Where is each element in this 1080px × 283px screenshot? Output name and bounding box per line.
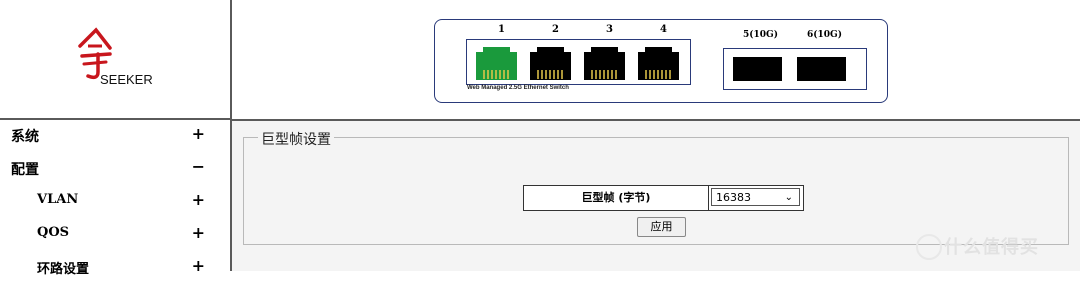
watermark-logo-icon	[916, 234, 942, 260]
expand-icon[interactable]: +	[192, 256, 205, 275]
chevron-down-icon: ⌄	[784, 192, 793, 203]
sidebar-item-label: QOS	[37, 225, 70, 240]
section-title: 巨型帧设置	[258, 129, 334, 149]
switch-status-panel: 1 2 3 4 5(10G) 6(10G) Web Managed 2.5G E…	[232, 0, 1080, 121]
rj45-port-4-icon[interactable]	[635, 44, 682, 82]
sfp-port-label: 6(10G)	[807, 30, 842, 40]
expand-icon[interactable]: +	[192, 190, 205, 209]
logo-area: SEEKER	[0, 0, 230, 120]
apply-button[interactable]: 应用	[637, 217, 686, 237]
sidebar-item-qos[interactable]: QOS +	[0, 217, 230, 250]
jumbo-frame-form-row: 巨型帧 (字节) 16383 ⌄	[523, 185, 804, 211]
rj45-port-2-icon[interactable]	[527, 44, 574, 82]
expand-icon[interactable]: +	[192, 223, 205, 242]
port-number: 3	[606, 24, 613, 35]
brand-name: SEEKER	[100, 72, 153, 87]
sidebar-item-label: VLAN	[37, 192, 79, 207]
rj45-port-1-icon[interactable]	[473, 44, 520, 82]
sidebar-item-loop[interactable]: 环路设置 +	[0, 250, 230, 283]
sidebar-item-config[interactable]: 配置 −	[0, 151, 230, 184]
port-number: 4	[660, 24, 667, 35]
expand-icon[interactable]: +	[192, 124, 205, 143]
port-number: 1	[498, 24, 505, 35]
sfp-port-label: 5(10G)	[743, 30, 778, 40]
watermark-text: 什么值得买	[944, 237, 1039, 258]
sfp-port-6-icon[interactable]	[797, 57, 846, 81]
jumbo-frame-fieldset: 巨型帧设置 巨型帧 (字节) 16383 ⌄ 应用	[243, 129, 1069, 245]
sidebar-item-system[interactable]: 系统 +	[0, 118, 230, 151]
sfp-port-group	[723, 48, 867, 90]
collapse-icon[interactable]: −	[192, 157, 205, 176]
rj45-port-group	[466, 39, 691, 85]
sidebar: SEEKER 系统 + 配置 − VLAN + QOS + 环路设置 +	[0, 0, 232, 277]
sidebar-item-vlan[interactable]: VLAN +	[0, 184, 230, 217]
jumbo-frame-value: 16383	[716, 191, 751, 204]
switch-front-panel: 1 2 3 4 5(10G) 6(10G) Web Managed 2.5G E…	[434, 19, 888, 103]
port-number: 2	[552, 24, 559, 35]
sidebar-menu: 系统 + 配置 − VLAN + QOS + 环路设置 +	[0, 118, 230, 283]
rj45-port-3-icon[interactable]	[581, 44, 628, 82]
sidebar-item-label: 环路设置	[37, 262, 90, 277]
sfp-port-5-icon[interactable]	[733, 57, 782, 81]
jumbo-frame-label: 巨型帧 (字节)	[524, 186, 709, 210]
sidebar-item-label: 系统	[11, 129, 39, 145]
jumbo-frame-select[interactable]: 16383 ⌄	[711, 188, 800, 206]
switch-model-caption: Web Managed 2.5G Ethernet Switch	[467, 85, 569, 91]
watermark: 什么值得买	[916, 230, 1076, 260]
sidebar-item-label: 配置	[11, 162, 39, 178]
